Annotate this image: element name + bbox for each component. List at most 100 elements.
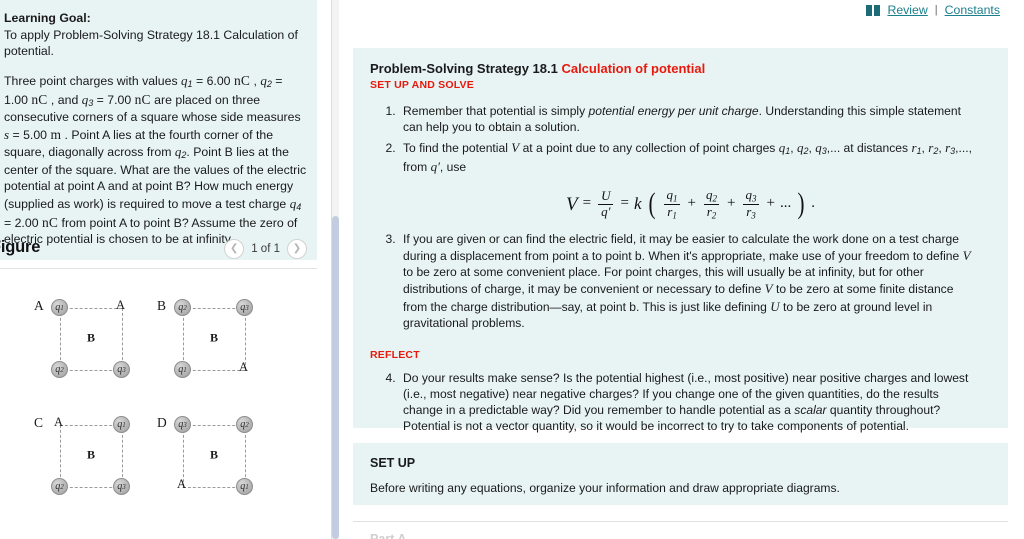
setup-card-body: Before writing any equations, organize y… bbox=[370, 481, 840, 495]
step2-ellipsis-1: ,... at distances bbox=[826, 141, 912, 156]
strategy-step-3: If you are given or can find the electri… bbox=[399, 231, 978, 331]
diagram-a-center-label: B bbox=[86, 330, 96, 345]
eq-term2-num: q2 bbox=[706, 187, 717, 204]
step3-symbol-V-2: V bbox=[764, 281, 773, 297]
eq-coulomb-constant-k: k bbox=[633, 193, 642, 213]
setup-card-title: SET UP bbox=[370, 456, 416, 470]
diagram-c-point-top-left: A bbox=[54, 415, 64, 429]
step1-pre: Remember that potential is simply bbox=[403, 104, 589, 118]
reflect-steps-list: Do your results make sense? Is the poten… bbox=[353, 370, 1008, 434]
strategy-title: Problem-Solving Strategy 18.1 Calculatio… bbox=[370, 61, 1008, 76]
step4-italic: scalar bbox=[794, 403, 827, 418]
diagram-a-square: B q1 A q2 q3 bbox=[51, 298, 130, 378]
diagram-c-node-top-right: q1 bbox=[113, 416, 130, 433]
strategy-step-4: Do your results make sense? Is the poten… bbox=[399, 370, 978, 434]
step2-sep-1: , bbox=[790, 141, 797, 156]
eq-frac1-den: q′ bbox=[598, 203, 614, 220]
book-icon bbox=[866, 4, 881, 16]
diagram-b-letter: B bbox=[157, 298, 167, 313]
eq-term1-num: q1 bbox=[666, 187, 678, 204]
prob-eq-4: = 2.00 bbox=[4, 215, 42, 230]
figure-navigation: ❮ 1 of 1 ❯ bbox=[224, 239, 307, 259]
figure-canvas: A B q1 A q2 q3 B B q 2 q 3 q 1 A C B A q… bbox=[0, 278, 317, 538]
step2-symbol-V: V bbox=[511, 140, 520, 156]
unit-m: m bbox=[50, 126, 62, 142]
strategy-title-red: Calculation of potential bbox=[561, 61, 706, 76]
strategy-steps-list: Remember that potential is simply potent… bbox=[353, 103, 1008, 331]
diagram-b-center-label: B bbox=[209, 330, 219, 345]
setup-card: SET UP Before writing any equations, org… bbox=[353, 443, 1008, 505]
diagram-b-node-bottom-left: q1 bbox=[174, 361, 191, 378]
unit-nc-2: nC bbox=[31, 91, 48, 107]
eq-term-3: q3 r3 bbox=[742, 188, 759, 220]
prob-eq-s: = 5.00 bbox=[9, 127, 51, 142]
diagram-d-letter: D bbox=[157, 415, 167, 430]
strategy-card: Problem-Solving Strategy 18.1 Calculatio… bbox=[353, 48, 1008, 433]
eq-plus-3: + bbox=[766, 195, 775, 212]
diagram-c-letter: C bbox=[34, 415, 44, 430]
step3-a: If you are given or can find the electri… bbox=[403, 232, 963, 264]
eq-term-2: q2 r2 bbox=[703, 188, 720, 220]
diagram-b-node-top-right: q3 bbox=[236, 299, 253, 316]
strategy-card-header: Problem-Solving Strategy 18.1 Calculatio… bbox=[353, 48, 1008, 91]
diagram-d-node-bottom-right: q1 bbox=[236, 478, 253, 495]
review-link[interactable]: Review bbox=[887, 3, 927, 17]
part-a-label-cutoff[interactable]: Part A bbox=[370, 532, 406, 539]
diagram-c-square: B A q1 q2 q3 bbox=[51, 415, 130, 495]
diagram-a-node-top-left: q1 bbox=[51, 299, 68, 316]
diagram-d-node-top-right: q2 bbox=[236, 416, 253, 433]
eq-fraction-U-over-qprime: U q′ bbox=[598, 189, 614, 220]
diagram-a-node-bottom-right: q3 bbox=[113, 361, 130, 378]
learning-goal-label: Learning Goal: bbox=[4, 11, 91, 25]
learning-goal-text: To apply Problem-Solving Strategy 18.1 C… bbox=[4, 28, 298, 59]
eq-term3-den: r3 bbox=[743, 203, 759, 220]
step2-q-prime: q′ bbox=[430, 159, 440, 175]
diagram-b[interactable]: B B q2 q3 q1 A bbox=[157, 298, 275, 390]
chevron-right-icon[interactable]: ❯ bbox=[287, 239, 307, 259]
diagram-a[interactable]: A B q1 A q2 q3 bbox=[34, 298, 152, 390]
problem-text: Three point charges with values q1 = 6.0… bbox=[4, 72, 309, 248]
eq-equals-2: = bbox=[620, 195, 629, 212]
prob-seg-1: Three point charges with values bbox=[4, 73, 182, 88]
diagram-c-node-bottom-left: q2 bbox=[51, 478, 68, 495]
potential-equation-wrapper: V = U q′ = k ( q1 r1 + q2 r2 + q3 r3 + .… bbox=[403, 188, 978, 220]
top-links-bar: Review | Constants bbox=[866, 3, 1000, 17]
diagram-d[interactable]: D B q3 q2 A q1 bbox=[157, 415, 275, 507]
prob-seg-3: , and bbox=[47, 92, 82, 107]
bottom-divider bbox=[353, 521, 1008, 522]
eq-lhs-V: V bbox=[566, 193, 578, 215]
figure-header: Figure ❮ 1 of 1 ❯ bbox=[0, 236, 317, 269]
eq-term-1: q1 r1 bbox=[664, 188, 681, 220]
unit-nc-4: nC bbox=[41, 214, 59, 230]
step2-end: , use bbox=[439, 160, 467, 175]
unit-nc-3: nC bbox=[134, 91, 151, 107]
diagram-b-point-bottom-right: A bbox=[239, 360, 249, 374]
chevron-left-icon[interactable]: ❮ bbox=[224, 239, 245, 259]
prob-seg-2: , bbox=[250, 73, 261, 88]
links-separator: | bbox=[934, 4, 938, 16]
diagram-d-node-top-left: q3 bbox=[174, 416, 191, 433]
eq-term2-den: r2 bbox=[703, 203, 720, 220]
left-panel: Learning Goal: To apply Problem-Solving … bbox=[0, 0, 331, 539]
scrollbar-thumb[interactable] bbox=[332, 216, 339, 539]
symbol-q4-sub: 4 bbox=[296, 201, 302, 212]
eq-term3-num: q3 bbox=[745, 187, 757, 204]
eq-plus-1: + bbox=[687, 195, 696, 212]
diagram-b-node-top-left: q2 bbox=[174, 299, 191, 316]
step3-symbol-V-1: V bbox=[962, 248, 971, 264]
diagram-d-square: B q3 q2 A q1 bbox=[174, 416, 253, 495]
eq-term1-den: r1 bbox=[664, 203, 680, 220]
step3-symbol-U: U bbox=[770, 298, 780, 314]
step2-a: To find the potential bbox=[403, 141, 512, 156]
strategy-step-2: To find the potential V at a point due t… bbox=[399, 139, 978, 220]
prob-eq-3: = 7.00 bbox=[93, 92, 135, 107]
eq-ellipsis: ... bbox=[779, 195, 792, 212]
constants-link[interactable]: Constants bbox=[945, 3, 1000, 17]
diagram-d-center-label: B bbox=[209, 447, 219, 462]
setup-and-solve-label: SET UP AND SOLVE bbox=[370, 79, 474, 91]
eq-period: . bbox=[811, 195, 815, 212]
diagram-c[interactable]: C B A q1 q2 q3 bbox=[34, 415, 152, 507]
diagram-a-letter: A bbox=[34, 298, 44, 313]
strategy-title-black: Problem-Solving Strategy 18.1 bbox=[370, 61, 562, 76]
diagram-a-point-top-right: A bbox=[116, 298, 126, 312]
